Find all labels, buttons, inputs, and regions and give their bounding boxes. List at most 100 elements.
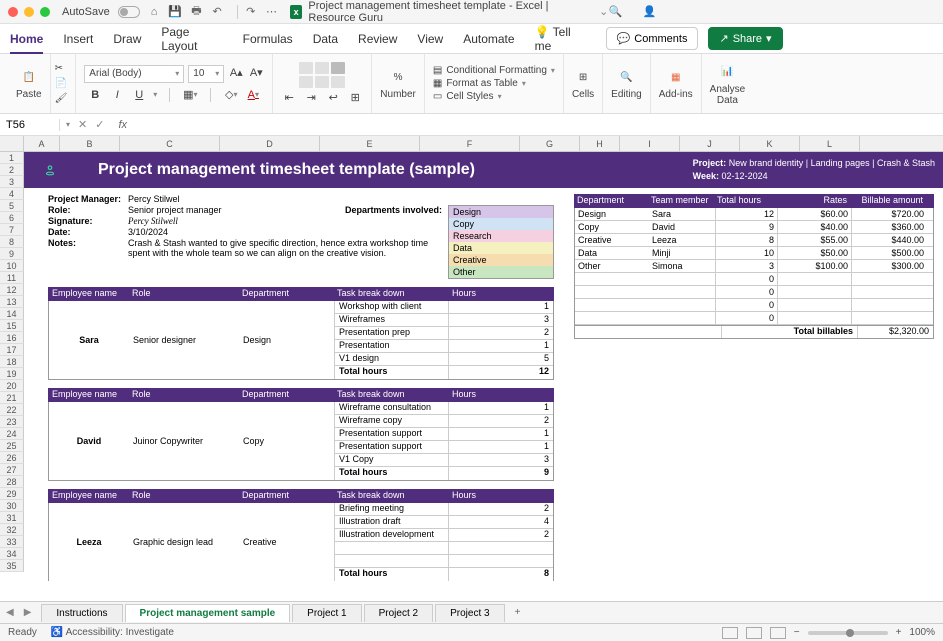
indent-right-icon[interactable]: ⇥ <box>303 90 319 106</box>
merge-icon[interactable]: ⊞ <box>347 90 363 106</box>
cancel-formula-icon[interactable]: ✕ <box>78 118 87 131</box>
comments-button[interactable]: 💬 Comments <box>606 27 699 50</box>
bold-button[interactable]: B <box>87 87 103 103</box>
maximize-icon[interactable] <box>40 7 50 17</box>
conditional-formatting-button[interactable]: ▤Conditional Formatting▾ <box>433 65 555 76</box>
row-header[interactable]: 20 <box>0 380 24 392</box>
col-header[interactable]: B <box>60 136 120 151</box>
window-controls[interactable] <box>8 7 50 17</box>
cells-button[interactable]: ⊞ Cells <box>572 67 594 100</box>
col-header[interactable]: I <box>620 136 680 151</box>
col-header[interactable]: E <box>320 136 420 151</box>
share-button[interactable]: ↗ Share ▾ <box>708 27 782 50</box>
decrease-font-icon[interactable]: A▾ <box>248 65 264 81</box>
zoom-out-icon[interactable]: − <box>794 627 800 638</box>
col-header[interactable]: D <box>220 136 320 151</box>
percent-icon[interactable]: % <box>388 67 408 87</box>
sheet-content[interactable]: Project management timesheet template (s… <box>24 152 943 581</box>
sheet-tab-project3[interactable]: Project 3 <box>435 604 504 622</box>
search-icon[interactable]: 🔍 <box>608 5 622 19</box>
view-pagebreak-icon[interactable] <box>770 627 786 639</box>
zoom-slider[interactable] <box>808 631 888 635</box>
row-header[interactable]: 22 <box>0 404 24 416</box>
row-header[interactable]: 23 <box>0 416 24 428</box>
sheet-tab-instructions[interactable]: Instructions <box>41 604 122 622</box>
cut-icon[interactable]: ✂ <box>55 63 68 74</box>
add-sheet-button[interactable]: + <box>507 604 529 621</box>
close-icon[interactable] <box>8 7 18 17</box>
tab-page-layout[interactable]: Page Layout <box>161 25 222 53</box>
indent-left-icon[interactable]: ⇤ <box>281 90 297 106</box>
row-header[interactable]: 12 <box>0 284 24 296</box>
underline-button[interactable]: U <box>131 87 147 103</box>
tab-view[interactable]: View <box>417 32 443 46</box>
alignment-buttons[interactable] <box>299 62 345 88</box>
analyse-button[interactable]: 📊 Analyse Data <box>710 62 746 106</box>
wrap-text-icon[interactable]: ↩ <box>325 90 341 106</box>
row-header[interactable]: 31 <box>0 512 24 524</box>
row-header[interactable]: 1 <box>0 152 24 164</box>
row-header[interactable]: 10 <box>0 260 24 272</box>
row-header[interactable]: 24 <box>0 428 24 440</box>
col-header[interactable]: C <box>120 136 220 151</box>
save-icon[interactable]: 💾 <box>168 5 182 19</box>
fill-color-button[interactable]: ◇▾ <box>223 87 239 103</box>
paste-button[interactable]: 📋 Paste <box>16 67 42 100</box>
home-icon[interactable]: ⌂ <box>148 5 161 19</box>
row-header[interactable]: 28 <box>0 476 24 488</box>
row-header[interactable]: 17 <box>0 344 24 356</box>
editing-button[interactable]: 🔍 Editing <box>611 67 642 100</box>
enter-formula-icon[interactable]: ✓ <box>95 118 104 131</box>
sheet-nav-prev-icon[interactable]: ◀ <box>6 607 14 618</box>
sheet-tab-project2[interactable]: Project 2 <box>364 604 433 622</box>
col-header[interactable]: A <box>24 136 60 151</box>
col-header[interactable]: F <box>420 136 520 151</box>
row-header[interactable]: 7 <box>0 224 24 236</box>
row-header[interactable]: 34 <box>0 548 24 560</box>
row-header[interactable]: 21 <box>0 392 24 404</box>
sheet-tab-sample[interactable]: Project management sample <box>125 604 291 622</box>
name-box[interactable]: T56 <box>0 119 60 131</box>
undo-icon[interactable]: ↶ <box>211 5 224 19</box>
print-icon[interactable]: 🖶 <box>190 5 203 19</box>
row-header[interactable]: 15 <box>0 320 24 332</box>
row-header[interactable]: 5 <box>0 200 24 212</box>
row-header[interactable]: 29 <box>0 488 24 500</box>
row-header[interactable]: 9 <box>0 248 24 260</box>
minimize-icon[interactable] <box>24 7 34 17</box>
more-icon[interactable]: ⋯ <box>265 5 278 19</box>
borders-button[interactable]: ▦▾ <box>182 87 198 103</box>
font-color-button[interactable]: A▾ <box>245 87 261 103</box>
row-header[interactable]: 25 <box>0 440 24 452</box>
tab-formulas[interactable]: Formulas <box>243 32 293 46</box>
row-header[interactable]: 27 <box>0 464 24 476</box>
row-headers[interactable]: 1234567891011121314151617181920212223242… <box>0 152 24 572</box>
font-size-select[interactable]: 10▾ <box>188 65 224 83</box>
row-header[interactable]: 8 <box>0 236 24 248</box>
copy-icon[interactable]: 📄 <box>55 78 68 89</box>
tab-automate[interactable]: Automate <box>463 32 514 46</box>
row-header[interactable]: 11 <box>0 272 24 284</box>
cell-styles-button[interactable]: ▭Cell Styles▾ <box>433 91 555 102</box>
col-header[interactable]: L <box>800 136 860 151</box>
view-layout-icon[interactable] <box>746 627 762 639</box>
col-header[interactable]: H <box>580 136 620 151</box>
font-name-select[interactable]: Arial (Body)▾ <box>84 65 184 83</box>
sheet-tab-project1[interactable]: Project 1 <box>292 604 361 622</box>
row-header[interactable]: 2 <box>0 164 24 176</box>
zoom-in-icon[interactable]: + <box>896 627 902 638</box>
select-all-corner[interactable] <box>0 136 24 151</box>
tab-home[interactable]: Home <box>10 32 43 54</box>
row-header[interactable]: 30 <box>0 500 24 512</box>
tab-review[interactable]: Review <box>358 32 397 46</box>
redo-icon[interactable]: ↷ <box>244 5 257 19</box>
row-header[interactable]: 3 <box>0 176 24 188</box>
accessibility-status[interactable]: ♿ Accessibility: Investigate <box>51 627 174 638</box>
tab-insert[interactable]: Insert <box>63 32 93 46</box>
row-header[interactable]: 35 <box>0 560 24 572</box>
row-header[interactable]: 6 <box>0 212 24 224</box>
row-header[interactable]: 26 <box>0 452 24 464</box>
fx-icon[interactable]: fx <box>118 119 127 131</box>
document-title[interactable]: x Project management timesheet template … <box>290 0 609 24</box>
account-icon[interactable]: 👤 <box>642 5 656 19</box>
